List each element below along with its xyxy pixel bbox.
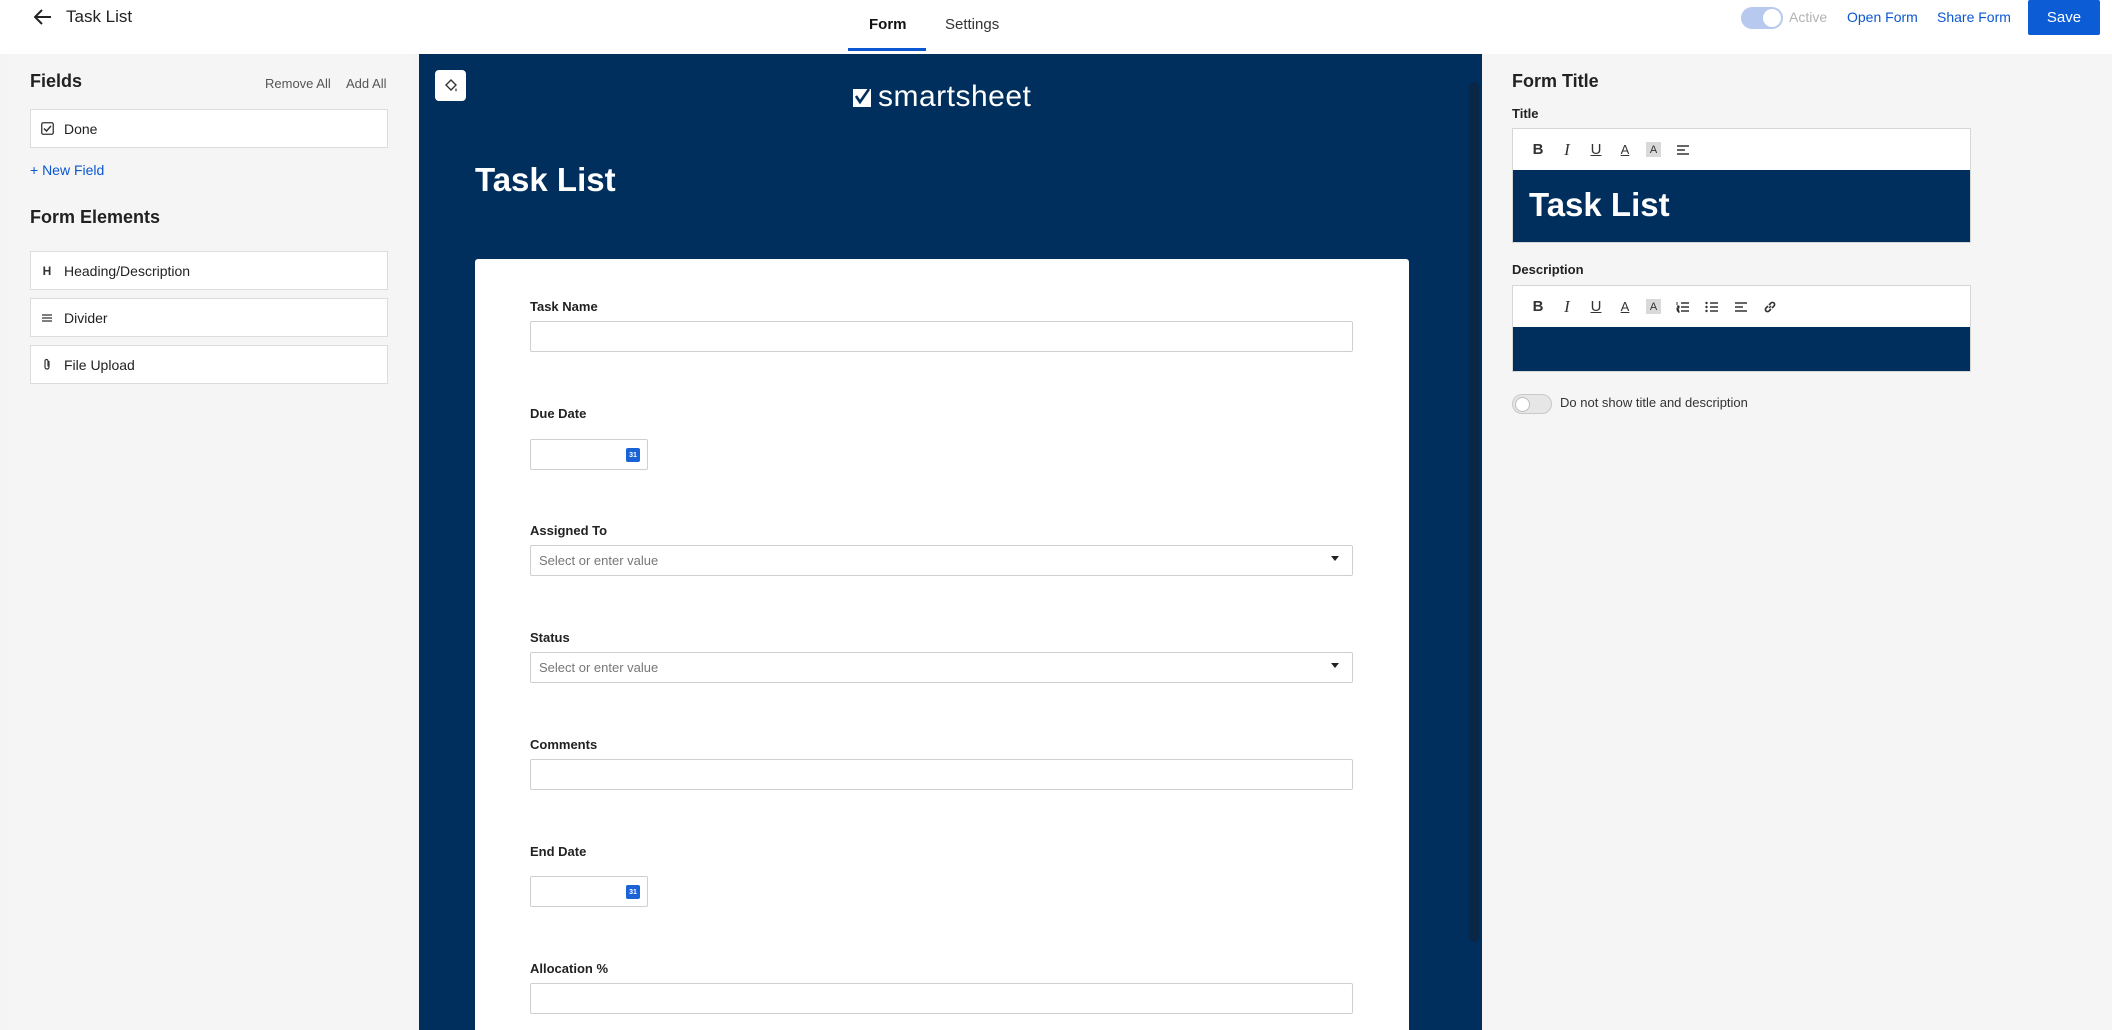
calendar-icon[interactable]: 31 bbox=[626, 448, 640, 462]
tab-form-underline bbox=[848, 48, 926, 51]
hide-title-toggle[interactable] bbox=[1512, 394, 1552, 414]
caret-down-icon bbox=[1331, 663, 1339, 668]
description-label: Description bbox=[1512, 262, 1584, 277]
fields-title: Fields bbox=[30, 71, 83, 91]
element-item-divider[interactable]: Divider bbox=[30, 298, 388, 337]
font-color-icon[interactable]: A bbox=[1614, 139, 1636, 161]
select-placeholder: Select or enter value bbox=[539, 553, 659, 568]
allocation-input[interactable] bbox=[530, 983, 1353, 1014]
field-label-due-date: Due Date bbox=[530, 406, 587, 421]
paint-bucket-icon[interactable] bbox=[435, 70, 466, 101]
share-form-link[interactable]: Share Form bbox=[1937, 9, 2011, 25]
element-item-label: File Upload bbox=[64, 356, 135, 373]
select-placeholder: Select or enter value bbox=[539, 660, 659, 675]
underline-icon[interactable]: U bbox=[1585, 296, 1607, 318]
add-all-link[interactable]: Add All bbox=[346, 76, 386, 91]
open-form-link[interactable]: Open Form bbox=[1847, 9, 1918, 25]
field-label-status: Status bbox=[530, 630, 570, 645]
status-select[interactable]: Select or enter value bbox=[530, 652, 1353, 683]
form-title-heading: Form Title bbox=[1512, 71, 1599, 91]
highlight-icon[interactable]: A bbox=[1646, 142, 1661, 157]
bold-icon[interactable]: B bbox=[1527, 139, 1549, 161]
field-label-comments: Comments bbox=[530, 737, 598, 752]
form-preview-canvas: smartsheet Task List Task Name Due Date … bbox=[419, 54, 1482, 1030]
calendar-icon[interactable]: 31 bbox=[626, 885, 640, 899]
font-color-icon[interactable]: A bbox=[1614, 296, 1636, 318]
back-arrow-icon[interactable] bbox=[30, 4, 56, 30]
bold-icon[interactable]: B bbox=[1527, 296, 1549, 318]
field-item-done[interactable]: Done bbox=[30, 109, 388, 148]
numbered-list-icon[interactable] bbox=[1672, 296, 1694, 318]
form-heading: Task List bbox=[475, 161, 616, 198]
title-editor: B I U A A Task List bbox=[1512, 128, 1971, 243]
smartsheet-logo-icon bbox=[853, 88, 871, 107]
new-field-link[interactable]: + New Field bbox=[30, 162, 104, 178]
top-bar: Task List Form Settings Active Open Form… bbox=[0, 0, 2112, 54]
due-date-input[interactable]: 31 bbox=[530, 439, 648, 470]
field-label-end-date: End Date bbox=[530, 844, 587, 859]
field-label-task-name: Task Name bbox=[530, 299, 598, 314]
smartsheet-logo: smartsheet bbox=[852, 80, 1031, 114]
heading-icon: H bbox=[42, 263, 52, 278]
fields-panel: Fields Remove All Add All Done + New Fie… bbox=[9, 54, 410, 1030]
active-label: Active bbox=[1789, 9, 1828, 25]
align-left-icon[interactable] bbox=[1672, 139, 1694, 161]
hide-title-label: Do not show title and description bbox=[1560, 395, 1748, 410]
align-left-icon[interactable] bbox=[1730, 296, 1752, 318]
save-button[interactable]: Save bbox=[2028, 0, 2100, 35]
description-editor: B I U A A bbox=[1512, 285, 1971, 372]
italic-icon[interactable]: I bbox=[1556, 139, 1578, 161]
element-item-heading[interactable]: H Heading/Description bbox=[30, 251, 388, 290]
divider-icon bbox=[40, 311, 54, 325]
canvas-scrollbar[interactable] bbox=[1469, 82, 1479, 942]
title-toolbar: B I U A A bbox=[1513, 129, 1970, 170]
description-input[interactable] bbox=[1513, 327, 1970, 371]
paperclip-icon bbox=[40, 358, 54, 372]
title-input[interactable]: Task List bbox=[1513, 170, 1970, 242]
active-toggle[interactable] bbox=[1741, 7, 1783, 29]
logo-text: smartsheet bbox=[878, 80, 1032, 113]
field-item-label: Done bbox=[64, 120, 98, 137]
task-name-input[interactable] bbox=[530, 321, 1353, 352]
highlight-icon[interactable]: A bbox=[1646, 299, 1661, 314]
form-card: Task Name Due Date 31 Assigned To Select… bbox=[475, 259, 1409, 1030]
end-date-input[interactable]: 31 bbox=[530, 876, 648, 907]
bulleted-list-icon[interactable] bbox=[1701, 296, 1723, 318]
element-item-file-upload[interactable]: File Upload bbox=[30, 345, 388, 384]
caret-down-icon bbox=[1331, 556, 1339, 561]
element-item-label: Divider bbox=[64, 309, 108, 326]
remove-all-link[interactable]: Remove All bbox=[265, 76, 331, 91]
field-label-assigned-to: Assigned To bbox=[530, 523, 608, 538]
comments-input[interactable] bbox=[530, 759, 1353, 790]
italic-icon[interactable]: I bbox=[1556, 296, 1578, 318]
underline-icon[interactable]: U bbox=[1585, 139, 1607, 161]
title-label: Title bbox=[1512, 106, 1539, 121]
field-label-allocation: Allocation % bbox=[530, 961, 609, 976]
element-item-label: Heading/Description bbox=[64, 262, 191, 279]
sheet-title: Task List bbox=[66, 7, 133, 26]
description-toolbar: B I U A A bbox=[1513, 286, 1970, 327]
tab-form[interactable]: Form bbox=[869, 16, 907, 33]
link-icon[interactable] bbox=[1759, 296, 1781, 318]
form-elements-title: Form Elements bbox=[30, 207, 161, 227]
properties-panel: Form Title Title B I U A A Task List Des… bbox=[1483, 54, 2112, 1030]
checkbox-icon bbox=[40, 122, 54, 136]
assigned-to-select[interactable]: Select or enter value bbox=[530, 545, 1353, 576]
tab-settings[interactable]: Settings bbox=[945, 16, 999, 33]
